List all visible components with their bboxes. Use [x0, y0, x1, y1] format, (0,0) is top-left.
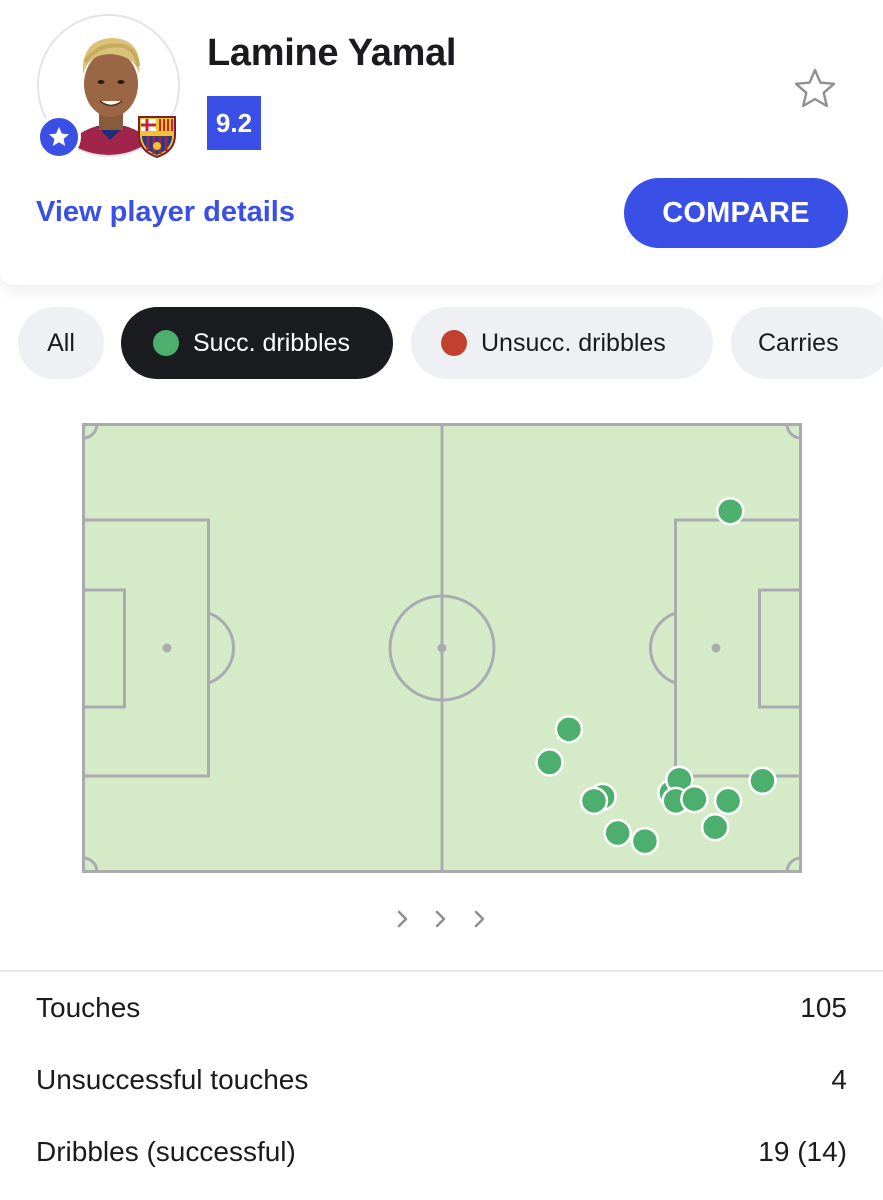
dribble-point[interactable]: [603, 818, 632, 848]
player-card: Lamine Yamal 9.2 View player details COM…: [0, 0, 883, 285]
stat-value: 105: [800, 992, 847, 1023]
filter-chip-all[interactable]: All: [18, 307, 104, 379]
compare-button[interactable]: COMPARE: [624, 178, 848, 248]
view-player-details-link[interactable]: View player details: [36, 196, 295, 229]
star-icon: [37, 115, 81, 159]
filter-chip-unsucc-dribbles[interactable]: Unsucc. dribbles: [411, 307, 713, 379]
chip-label: Succ. dribbles: [193, 328, 351, 357]
chevron-right-icon: [435, 910, 446, 928]
chevron-right-icon: [397, 910, 408, 928]
dribble-point[interactable]: [630, 826, 660, 856]
dribble-point[interactable]: [713, 786, 743, 816]
club-crest-icon: [136, 113, 178, 159]
filter-chip-carries[interactable]: Carries: [731, 307, 883, 379]
filter-chip-succ-dribbles[interactable]: Succ. dribbles: [121, 307, 393, 379]
rating-badge: 9.2: [207, 96, 261, 150]
dribble-point[interactable]: [579, 786, 609, 816]
stat-value: 19 (14): [758, 1136, 847, 1167]
chip-label: All: [47, 328, 75, 357]
chip-label: Carries: [758, 328, 839, 357]
dribble-point[interactable]: [748, 766, 777, 796]
stat-row-dribbles: Dribbles (successful) 19 (14): [36, 1132, 847, 1172]
player-name: Lamine Yamal: [207, 32, 457, 74]
chip-label: Unsucc. dribbles: [481, 328, 666, 357]
pitch-map: [82, 423, 802, 873]
dribble-point[interactable]: [554, 715, 584, 744]
dribble-point[interactable]: [715, 496, 745, 526]
left-penalty-spot: [162, 643, 172, 653]
stat-row-unsuccessful-touches: Unsuccessful touches 4: [36, 1060, 847, 1100]
favorite-star-icon[interactable]: [792, 66, 838, 112]
right-penalty-spot: [711, 643, 721, 653]
dribble-point[interactable]: [680, 784, 709, 814]
green-dot-icon: [153, 330, 179, 356]
pager[interactable]: [390, 904, 500, 934]
divider: [0, 970, 883, 972]
stat-row-touches: Touches 105: [36, 988, 847, 1028]
filter-chips: All Succ. dribbles Unsucc. dribbles Carr…: [18, 307, 883, 379]
stat-label: Touches: [36, 992, 141, 1023]
stat-label: Dribbles (successful): [36, 1136, 296, 1167]
center-spot: [437, 643, 447, 653]
red-dot-icon: [441, 330, 467, 356]
dribble-point[interactable]: [700, 812, 730, 842]
dribble-point[interactable]: [535, 748, 564, 777]
stat-value: 4: [831, 1064, 847, 1095]
chevron-right-icon: [474, 910, 485, 928]
stat-label: Unsuccessful touches: [36, 1064, 309, 1095]
